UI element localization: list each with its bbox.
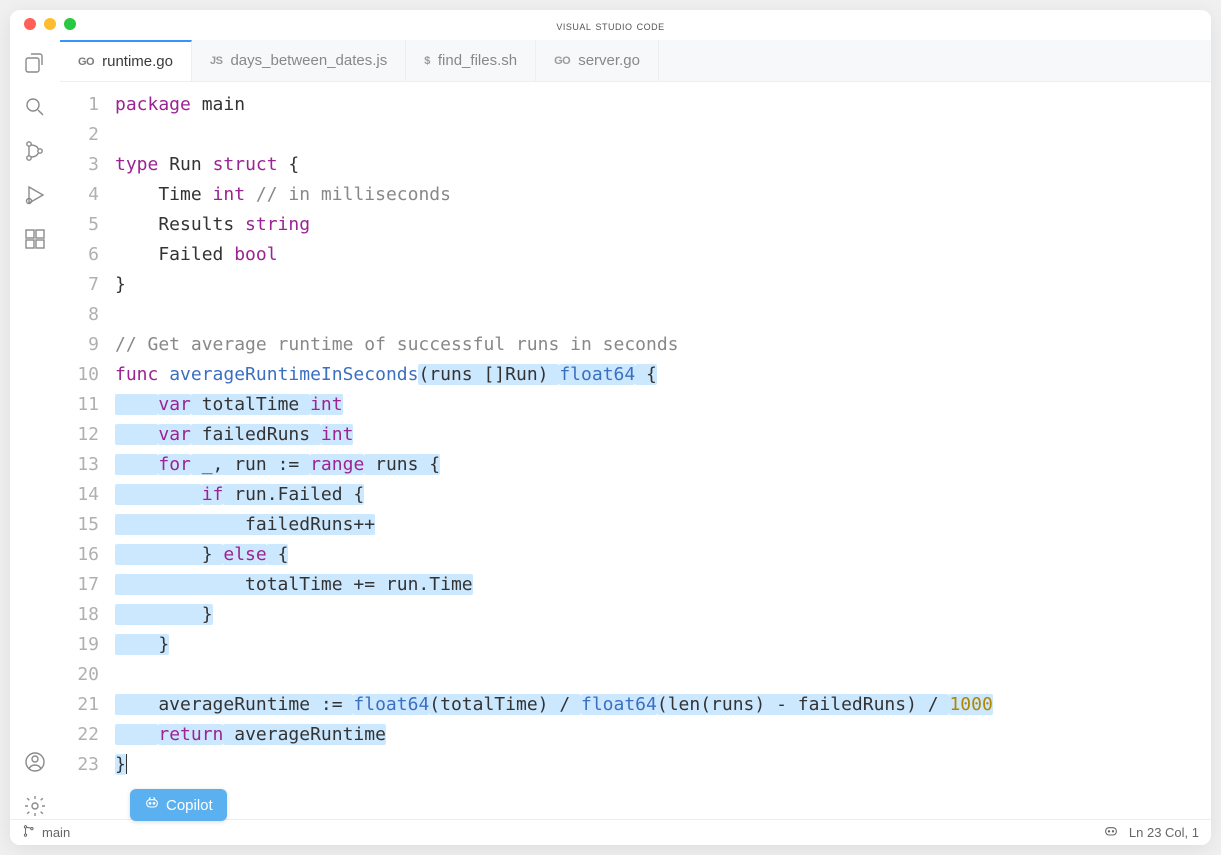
extensions-icon[interactable] [22,226,48,252]
branch-name: main [42,825,70,840]
tab-label: runtime.go [102,53,173,70]
file-type-icon: GO [78,56,94,68]
code-line[interactable]: 4 Time int // in milliseconds [60,180,1211,210]
code-line[interactable]: 19 } [60,630,1211,660]
tab-label: days_between_dates.js [230,52,387,69]
line-number: 13 [60,450,115,480]
line-number: 12 [60,420,115,450]
code-line[interactable]: 23} [60,750,1211,780]
code-line[interactable]: 7} [60,270,1211,300]
copilot-label: Copilot [166,797,213,814]
titlebar: Visual Studio Code [10,10,1211,40]
status-bar: main Ln 23 Col, 1 [10,819,1211,845]
line-number: 15 [60,510,115,540]
code-line[interactable]: 13 for _, run := range runs { [60,450,1211,480]
line-number: 18 [60,600,115,630]
run-debug-icon[interactable] [22,182,48,208]
line-number: 11 [60,390,115,420]
code-line[interactable]: 12 var failedRuns int [60,420,1211,450]
code-line[interactable]: 22 return averageRuntime [60,720,1211,750]
tab-runtime-go[interactable]: GO runtime.go [60,40,192,81]
tab-server-go[interactable]: GO server.go [536,40,659,81]
line-number: 19 [60,630,115,660]
line-number: 21 [60,690,115,720]
cursor-position[interactable]: Ln 23 Col, 1 [1129,825,1199,840]
account-icon[interactable] [22,749,48,775]
line-number: 14 [60,480,115,510]
code-line[interactable]: 18 } [60,600,1211,630]
tab-label: server.go [578,52,640,69]
search-icon[interactable] [22,94,48,120]
line-number: 7 [60,270,115,300]
settings-gear-icon[interactable] [22,793,48,819]
vscode-window: Visual Studio Code [10,10,1211,845]
copilot-button[interactable]: Copilot [130,789,227,821]
copilot-icon [144,795,160,815]
code-line[interactable]: 20 [60,660,1211,690]
maximize-window-button[interactable] [64,18,76,30]
minimize-window-button[interactable] [44,18,56,30]
line-number: 10 [60,360,115,390]
tab-label: find_files.sh [438,52,517,69]
branch-icon [22,824,36,841]
code-line[interactable]: 9// Get average runtime of successful ru… [60,330,1211,360]
tab-find_files-sh[interactable]: $ find_files.sh [406,40,536,81]
code-line[interactable]: 15 failedRuns++ [60,510,1211,540]
line-number: 23 [60,750,115,780]
line-number: 3 [60,150,115,180]
line-number: 16 [60,540,115,570]
code-line[interactable]: 3type Run struct { [60,150,1211,180]
line-number: 22 [60,720,115,750]
status-copilot-icon[interactable] [1103,823,1119,842]
line-number: 1 [60,90,115,120]
activity-bar [10,40,60,819]
file-type-icon: $ [424,55,430,67]
window-controls [24,18,76,30]
file-type-icon: GO [554,55,570,67]
code-line[interactable]: 11 var totalTime int [60,390,1211,420]
line-number: 9 [60,330,115,360]
code-line[interactable]: 10func averageRuntimeInSeconds(runs []Ru… [60,360,1211,390]
editor-group: GO runtime.go JS days_between_dates.js $ find… [60,40,1211,819]
code-line[interactable]: 2 [60,120,1211,150]
explorer-icon[interactable] [22,50,48,76]
window-title: Visual Studio Code [556,18,664,33]
close-window-button[interactable] [24,18,36,30]
line-number: 6 [60,240,115,270]
text-cursor [126,754,127,774]
code-line[interactable]: 6 Failed bool [60,240,1211,270]
code-editor[interactable]: 1package main23type Run struct {4 Time i… [60,82,1211,819]
code-line[interactable]: 8 [60,300,1211,330]
code-line[interactable]: 17 totalTime += run.Time [60,570,1211,600]
code-line[interactable]: 1package main [60,90,1211,120]
code-line[interactable]: 21 averageRuntime := float64(totalTime) … [60,690,1211,720]
code-line[interactable]: 16 } else { [60,540,1211,570]
tab-bar: GO runtime.go JS days_between_dates.js $ find… [60,40,1211,82]
tab-days_between_dates-js[interactable]: JS days_between_dates.js [192,40,406,81]
line-number: 4 [60,180,115,210]
source-control-icon[interactable] [22,138,48,164]
code-line[interactable]: 14 if run.Failed { [60,480,1211,510]
line-number: 5 [60,210,115,240]
file-type-icon: JS [210,55,222,67]
line-number: 2 [60,120,115,150]
line-number: 17 [60,570,115,600]
line-number: 8 [60,300,115,330]
code-line[interactable]: 5 Results string [60,210,1211,240]
main-area: GO runtime.go JS days_between_dates.js $ find… [10,40,1211,819]
line-number: 20 [60,660,115,690]
status-branch[interactable]: main [22,824,70,841]
